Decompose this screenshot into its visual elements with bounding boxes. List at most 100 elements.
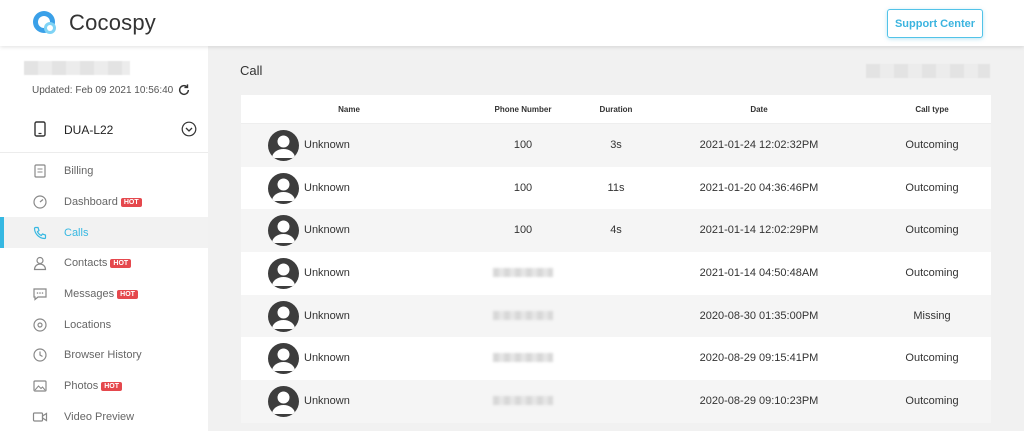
- device-name: DUA-L22: [64, 123, 114, 137]
- avatar-icon: [272, 306, 295, 329]
- call-type-cell: Outcoming: [905, 395, 959, 408]
- sidebar: Updated: Feb 09 2021 10:56:40 DUA-L22 Bi…: [0, 46, 208, 431]
- column-header-name[interactable]: Name: [338, 105, 360, 114]
- chevron-down-icon[interactable]: [181, 121, 197, 137]
- video-icon: [32, 412, 48, 422]
- date-cell: 2020-08-29 09:15:41PM: [699, 352, 819, 365]
- date-cell: 2020-08-29 09:10:23PM: [699, 395, 819, 408]
- avatar: [268, 386, 299, 418]
- logo[interactable]: Cocospy: [31, 8, 156, 38]
- hot-badge: HOT: [101, 382, 123, 392]
- column-header-duration[interactable]: Duration: [600, 105, 633, 114]
- hot-badge: HOT: [117, 290, 138, 300]
- table-row[interactable]: Unknown 100 3s 2021-01-24 12:02:32PM Outcomi…: [241, 124, 991, 167]
- phone-cell: 100: [513, 224, 533, 237]
- sidebar-nav: Billing Dashboard HOT Calls Contacts HOT M…: [0, 156, 208, 431]
- sidebar-item-label: Contacts: [64, 257, 108, 270]
- hot-badge: HOT: [120, 198, 142, 208]
- date-cell: 2021-01-14 12:02:29PM: [699, 224, 819, 237]
- sidebar-item-browser-history[interactable]: Browser History: [0, 340, 208, 371]
- device-icon: [34, 121, 46, 137]
- sidebar-item-label: Dashboard: [64, 196, 118, 209]
- avatar-icon: [272, 135, 295, 158]
- redacted-phone: [493, 396, 553, 406]
- sidebar-item-label: Locations: [64, 318, 112, 331]
- avatar-icon: [272, 263, 295, 287]
- page-title: Call: [240, 63, 263, 78]
- redacted-phone: [493, 268, 553, 278]
- sidebar-item-locations[interactable]: Locations: [0, 309, 208, 340]
- table-body: Unknown 100 3s 2021-01-24 12:02:32PM Outcomi…: [241, 124, 991, 423]
- column-header-date[interactable]: Date: [750, 105, 767, 114]
- call-type-cell: Outcoming: [905, 139, 959, 151]
- date-cell: 2020-08-30 01:35:00PM: [699, 309, 819, 322]
- avatar-icon: [272, 348, 295, 372]
- name-cell: Unknown: [304, 224, 350, 237]
- name-cell: Unknown: [304, 309, 350, 322]
- table-row[interactable]: Unknown 100 11s 2021-01-20 04:36:46PM Outcom…: [241, 166, 991, 210]
- avatar: [268, 130, 299, 161]
- sidebar-item-dashboard[interactable]: Dashboard HOT: [0, 187, 208, 218]
- support-center-button[interactable]: Support Center: [887, 9, 983, 38]
- table-row[interactable]: Unknown 2020-08-30 01:35:00PM Missing: [241, 294, 991, 338]
- avatar: [268, 258, 299, 290]
- redacted-phone: [493, 353, 553, 363]
- sidebar-item-photos[interactable]: Photos HOT: [0, 371, 208, 402]
- sidebar-item-video-preview[interactable]: Video Preview: [0, 402, 208, 431]
- sidebar-item-contacts[interactable]: Contacts HOT: [0, 248, 208, 279]
- logo-icon: [33, 11, 56, 34]
- avatar-icon: [272, 391, 295, 415]
- hot-badge: HOT: [110, 259, 132, 269]
- sidebar-item-label: Calls: [64, 226, 89, 239]
- date-cell: 2021-01-20 04:36:46PM: [699, 181, 819, 194]
- table-row[interactable]: Unknown 2020-08-29 09:15:41PM Outcoming: [241, 337, 991, 381]
- table-header: Name Phone Number Duration Date Call typ…: [241, 95, 991, 124]
- sidebar-item-label: Messages: [64, 288, 115, 301]
- sidebar-item-messages[interactable]: Messages HOT: [0, 279, 208, 310]
- sidebar-item-label: Video Preview: [64, 410, 135, 423]
- avatar: [268, 300, 299, 332]
- redacted-account: [24, 61, 130, 75]
- top-bar: Cocospy Support Center: [0, 0, 1024, 46]
- column-header-phone[interactable]: Phone Number: [495, 105, 552, 114]
- avatar-icon: [272, 178, 295, 201]
- refresh-icon[interactable]: [177, 83, 191, 97]
- last-updated: Updated: Feb 09 2021 10:56:40: [32, 83, 191, 97]
- messages-icon: [33, 288, 47, 301]
- phone-icon: [33, 226, 47, 239]
- redacted-filter: [866, 64, 990, 78]
- location-icon: [33, 318, 47, 332]
- date-cell: 2021-01-24 12:02:32PM: [699, 139, 819, 151]
- phone-cell: 100: [513, 139, 533, 151]
- dashboard-icon: [33, 195, 47, 209]
- table-row[interactable]: Unknown 2021-01-14 04:50:48AM Outcoming: [241, 252, 991, 295]
- date-cell: 2021-01-14 04:50:48AM: [699, 267, 819, 280]
- sidebar-item-billing[interactable]: Billing: [0, 156, 208, 187]
- avatar-icon: [272, 220, 295, 244]
- billing-icon: [34, 164, 46, 178]
- sidebar-item-calls[interactable]: Calls: [0, 217, 208, 249]
- last-updated-text: Updated: Feb 09 2021 10:56:40: [32, 84, 174, 96]
- sidebar-item-label: Photos: [64, 380, 99, 393]
- photos-icon: [33, 380, 47, 392]
- call-type-cell: Missing: [913, 309, 951, 322]
- call-type-cell: Outcoming: [905, 267, 959, 280]
- redacted-phone: [493, 310, 553, 320]
- table-row[interactable]: Unknown 2020-08-29 09:10:23PM Outcoming: [241, 380, 991, 423]
- name-cell: Unknown: [304, 181, 350, 194]
- duration-cell: 3s: [610, 139, 622, 151]
- table-row[interactable]: Unknown 100 4s 2021-01-14 12:02:29PM Outcomi…: [241, 209, 991, 253]
- divider: [0, 152, 208, 153]
- duration-cell: 11s: [607, 181, 625, 194]
- name-cell: Unknown: [304, 139, 350, 151]
- call-type-cell: Outcoming: [905, 352, 959, 365]
- name-cell: Unknown: [304, 395, 350, 408]
- contacts-icon: [33, 257, 47, 271]
- column-header-call-type[interactable]: Call type: [915, 105, 948, 114]
- device-selector[interactable]: DUA-L22: [0, 112, 208, 146]
- avatar: [268, 343, 299, 375]
- call-type-cell: Outcoming: [905, 181, 959, 194]
- history-icon: [33, 348, 47, 363]
- name-cell: Unknown: [304, 267, 350, 280]
- app-name: Cocospy: [69, 10, 156, 35]
